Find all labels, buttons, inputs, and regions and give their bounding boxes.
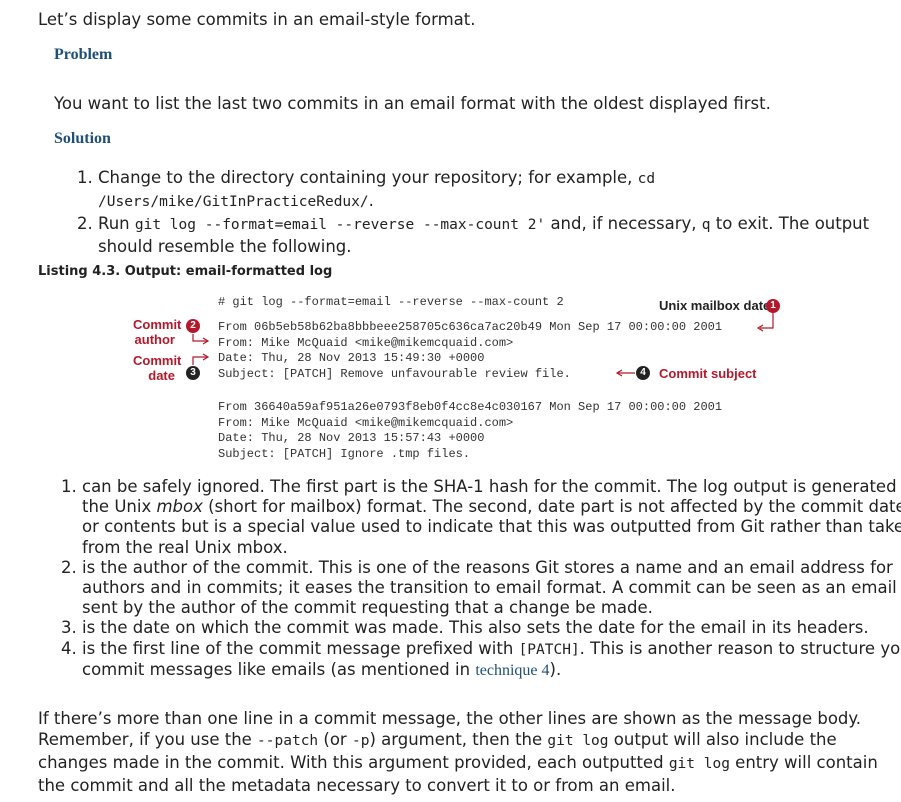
note-3: is the date on which the commit was made… [82,618,901,638]
final-paragraph: If there’s more than one line in a commi… [38,709,878,795]
callout-notes: can be safely ignored. The first part is… [38,477,901,681]
annotation-arrows [192,313,774,377]
note-2: is the author of the commit. This is one… [82,558,901,619]
note-1: can be safely ignored. The first part is… [82,477,901,558]
note-4: is the first line of the commit message … [82,639,901,681]
arrow-commit-author [192,334,207,342]
technique-4-link[interactable]: technique 4 [475,662,549,679]
